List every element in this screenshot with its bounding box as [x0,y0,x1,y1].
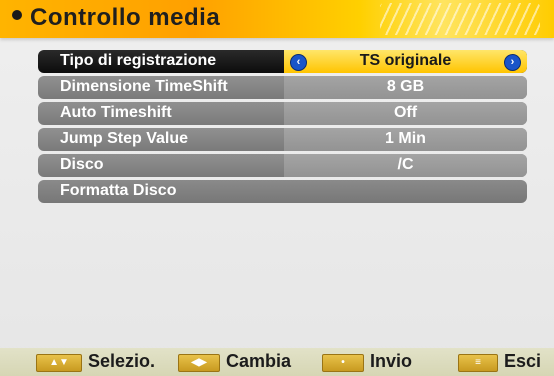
menu-key-icon: ≡ [458,354,498,372]
menu-item-value: /C [397,156,414,173]
left-right-arrows-icon: ◀▶ [178,354,220,372]
hint-select-label: Selezio. [88,351,156,371]
media-control-screen: Controllo media Tipo di registrazione ‹ … [0,0,554,376]
menu-item-format-disk[interactable]: Formatta Disco [38,180,527,203]
menu-item-label: Formatta Disco [60,182,177,199]
menu-item-value-box: /C [284,154,527,177]
hint-exit-label: Esci [504,351,542,371]
chevron-right-icon[interactable]: › [504,54,521,71]
hint-change-label: Cambia [226,351,292,371]
menu-item-value-box: 8 GB [284,76,527,99]
menu-item-label: Dimensione TimeShift [60,78,228,95]
menu-item-label: Tipo di registrazione [60,52,217,69]
ok-key-icon: • [322,354,364,372]
menu-item-value-box: Off [284,102,527,125]
menu-item-jump-step[interactable]: Jump Step Value 1 Min [38,128,527,151]
menu-item-value: 8 GB [386,78,425,95]
menu-item-value-box: 1 Min [284,128,527,151]
settings-menu: Tipo di registrazione ‹ TS originale › D… [38,50,527,206]
key-hints-bar: ▲▼ Selezio. ◀▶ Cambia • Invio ≡ Esci [0,348,554,376]
menu-item-label: Auto Timeshift [60,104,172,121]
header-bar: Controllo media [0,0,554,38]
header-decoration [380,3,540,35]
menu-item-value: Off [393,104,418,121]
menu-item-label: Jump Step Value [60,130,189,147]
menu-item-timeshift-size[interactable]: Dimensione TimeShift 8 GB [38,76,527,99]
menu-item-disk[interactable]: Disco /C [38,154,527,177]
menu-item-label: Disco [60,156,104,173]
menu-item-value: TS originale [359,52,452,69]
up-down-arrows-icon: ▲▼ [36,354,82,372]
menu-item-auto-timeshift[interactable]: Auto Timeshift Off [38,102,527,125]
menu-item-value-selector[interactable]: ‹ TS originale › [284,50,527,73]
menu-item-recording-type[interactable]: Tipo di registrazione ‹ TS originale › [38,50,527,73]
menu-item-value: 1 Min [385,130,426,147]
bullet-icon [12,10,22,20]
page-title: Controllo media [30,4,221,31]
hint-enter-label: Invio [370,351,413,371]
